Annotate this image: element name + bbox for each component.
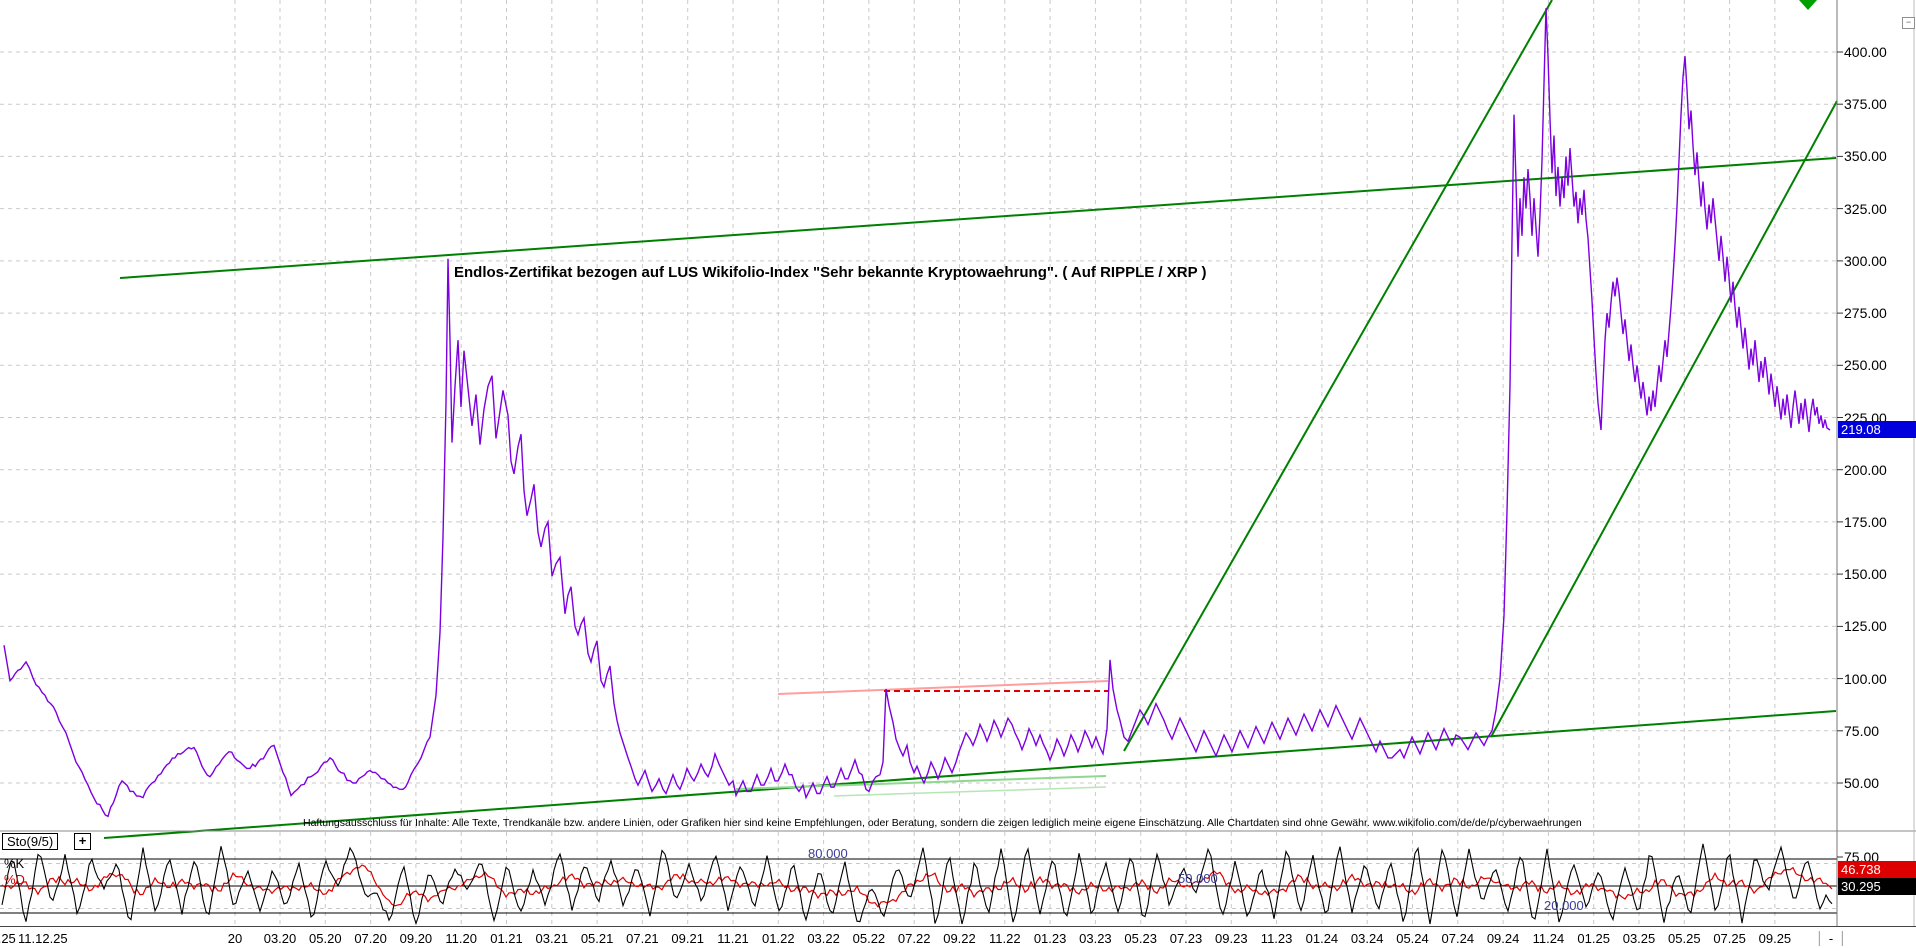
y-axis-label: 175.00	[1844, 514, 1887, 530]
y-axis-label: 125.00	[1844, 618, 1887, 634]
last-price-badge: 219.08	[1838, 421, 1916, 438]
x-axis-label: 05.20	[309, 931, 342, 946]
x-axis-label: 03.20	[263, 931, 297, 946]
y-axis-label: 375.00	[1844, 96, 1887, 112]
y-axis-label: 400.00	[1844, 44, 1887, 60]
chart-title: Endlos-Zertifikat bezogen auf LUS Wikifo…	[454, 264, 1207, 281]
stochastic-d-label: %D	[4, 872, 25, 887]
x-axis-label: 05.24	[1396, 931, 1429, 946]
price-chart-canvas[interactable]	[0, 0, 1916, 948]
y-axis-label: 150.00	[1844, 566, 1887, 582]
x-axis-label: 11.23	[1260, 931, 1293, 946]
indicator-name-box[interactable]: Sto(9/5)	[2, 833, 59, 850]
indicator-expand-button[interactable]: +	[74, 833, 91, 850]
y-axis-label: 250.00	[1844, 357, 1887, 373]
x-axis-label: 03.21	[535, 931, 569, 946]
x-axis-label: 03.23	[1079, 931, 1112, 946]
x-axis-label: 09.24	[1486, 931, 1520, 946]
x-axis-label: 03.24	[1350, 931, 1384, 946]
x-axis-label: 07.22	[897, 931, 931, 946]
x-axis-label: 07.24	[1441, 931, 1475, 946]
x-axis-label: 11.21	[717, 931, 749, 946]
x-axis-label: 11.22	[989, 931, 1021, 946]
y-axis-label: 100.00	[1844, 671, 1887, 687]
x-axis-label: 07.21	[626, 931, 659, 946]
x-axis-label: 05.23	[1124, 931, 1157, 946]
y-axis-label: 325.00	[1844, 201, 1887, 217]
steep-trend-line-1	[1123, 0, 1553, 752]
stochastic-level-label: 50.000	[1178, 871, 1218, 886]
x-axis-label: 20	[227, 931, 243, 946]
disclaimer-text: Haftungsausschluss für Inhalte: Alle Tex…	[303, 817, 1582, 829]
x-axis-label: 03.22	[807, 931, 840, 946]
stochastic-k-label: %K	[4, 856, 25, 871]
x-axis-label: 01.21	[490, 931, 523, 946]
x-axis-label: -	[1818, 931, 1844, 946]
x-axis-label: 09.25	[1758, 931, 1792, 946]
y-axis-label: 350.00	[1844, 148, 1887, 164]
x-axis-label: 09.22	[943, 931, 976, 946]
x-axis-label: 07.25	[1713, 931, 1746, 946]
x-axis-label: 03.25	[1622, 931, 1656, 946]
price-line	[3, 8, 1831, 818]
date-axis: 11.12.25 20 03.20 05.20 07.20 09.20 11.20 01.21…	[0, 926, 1916, 948]
x-axis-label: 07.23	[1169, 931, 1203, 946]
stochastic-level-label: 20.000	[1544, 898, 1584, 913]
green-top-marker	[1799, 0, 1817, 10]
chart-window: Endlos-Zertifikat bezogen auf LUS Wikifo…	[0, 0, 1916, 948]
y-axis-label: 75.00	[1844, 723, 1880, 739]
x-axis-label: 05.22	[852, 931, 886, 946]
x-axis-label: 05.25	[1668, 931, 1701, 946]
x-axis-label: 09.21	[671, 931, 704, 946]
x-axis-label: 05.21	[580, 931, 614, 946]
support-light-green-2	[833, 786, 1107, 797]
stochastic-k-value-badge: 30.295	[1838, 878, 1916, 895]
y-axis-label: 200.00	[1844, 462, 1887, 478]
x-axis-label: 11.20	[445, 931, 477, 946]
y-axis-label: 275.00	[1844, 305, 1887, 321]
steep-trend-line-2	[1490, 100, 1838, 738]
stochastic-level-label: 80.000	[808, 846, 848, 861]
x-axis-label: 09.23	[1215, 931, 1248, 946]
y-axis-label: 300.00	[1844, 253, 1887, 269]
x-axis-label: 11.12.25	[18, 931, 68, 946]
x-axis-label: 01.24	[1305, 931, 1339, 946]
x-axis-label: 01.25	[1577, 931, 1610, 946]
y-axis-label: 50.00	[1844, 775, 1880, 791]
x-axis-label: 09.20	[399, 931, 433, 946]
stochastic-d-value-badge: 46.738	[1838, 861, 1916, 878]
collapse-button[interactable]: −	[1902, 17, 1915, 29]
x-axis-label: 01.23	[1033, 931, 1067, 946]
x-axis-label: 11.25	[0, 931, 16, 946]
x-axis-label: 01.22	[762, 931, 795, 946]
x-axis-label: 07.20	[354, 931, 387, 946]
resistance-pink-line	[777, 680, 1109, 695]
x-axis-label: 11.24	[1532, 931, 1565, 946]
